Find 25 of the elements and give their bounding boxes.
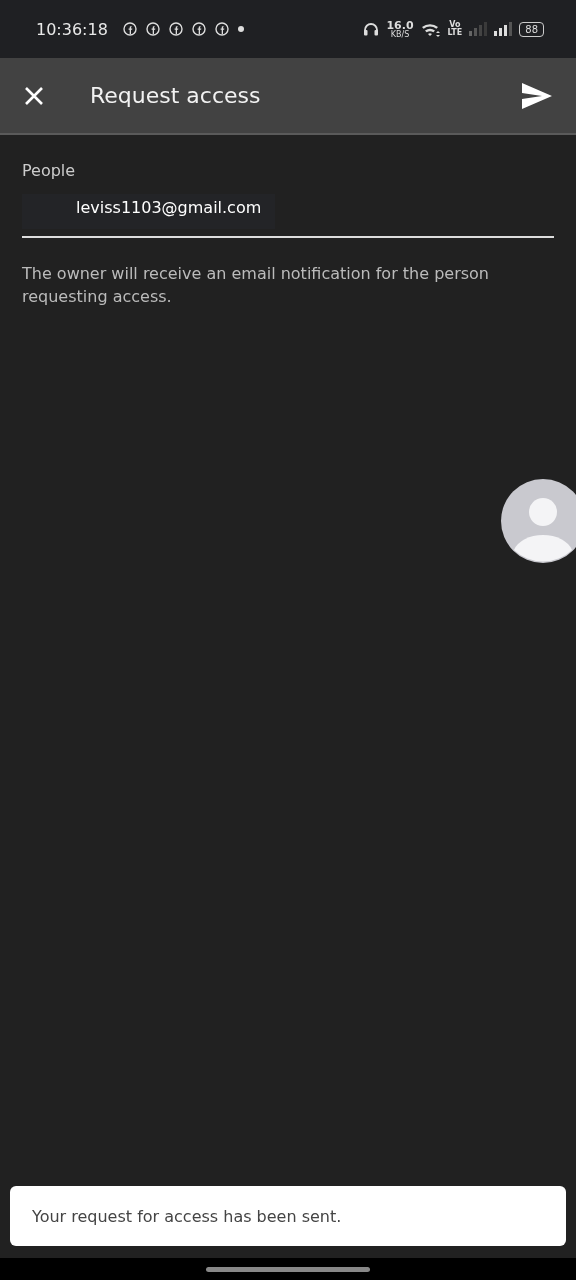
snackbar-message: Your request for access has been sent. bbox=[32, 1206, 342, 1226]
clock-time: 10:36:18 bbox=[36, 19, 108, 39]
wifi-icon bbox=[420, 21, 441, 37]
home-indicator[interactable] bbox=[206, 1266, 370, 1272]
signal-icon bbox=[469, 22, 488, 36]
battery-icon: 88 bbox=[519, 21, 544, 37]
facebook-icon bbox=[145, 22, 160, 36]
helper-text: The owner will receive an email notification for the person requesting access. bbox=[22, 263, 490, 308]
people-field[interactable]: leviss1103@gmail.com bbox=[22, 194, 554, 238]
speed-unit: KB/S bbox=[390, 30, 410, 39]
screen-title: Request access bbox=[90, 83, 262, 108]
volte-label: LTE bbox=[447, 29, 463, 37]
volte-label: Vo bbox=[449, 21, 461, 29]
send-icon bbox=[522, 82, 552, 109]
close-icon bbox=[24, 85, 44, 106]
speed-value: 16.0 bbox=[386, 19, 414, 31]
signal-icon bbox=[494, 22, 513, 36]
avatar-icon bbox=[500, 478, 576, 564]
dot-icon bbox=[237, 26, 244, 32]
facebook-icon bbox=[191, 22, 206, 36]
facebook-icon bbox=[214, 22, 229, 36]
headphones-icon bbox=[363, 22, 380, 36]
facebook-icon bbox=[122, 22, 137, 36]
field-label: People bbox=[22, 161, 77, 180]
facebook-icon bbox=[168, 22, 183, 36]
